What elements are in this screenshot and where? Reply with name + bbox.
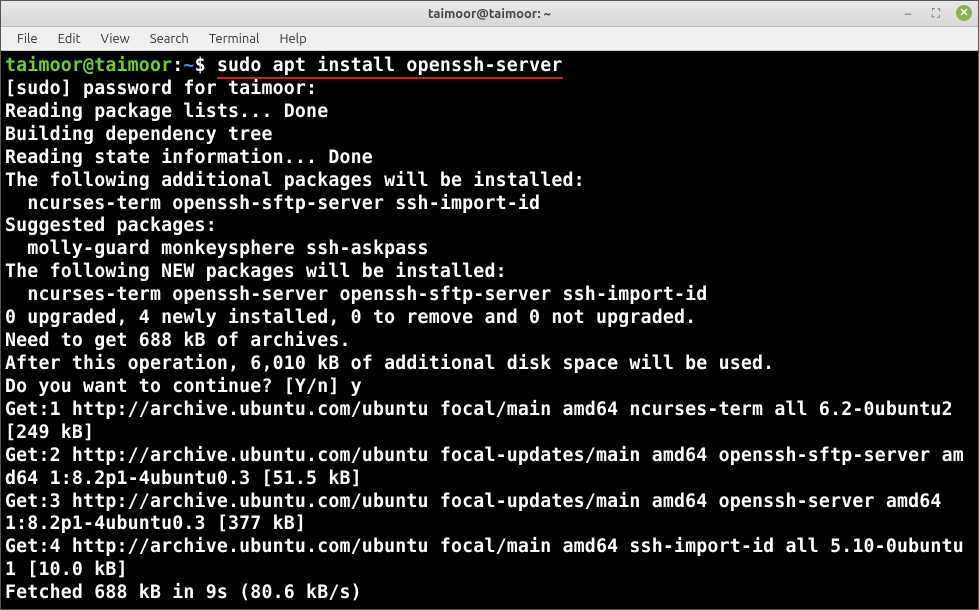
output-line: After this operation, 6,010 kB of additi… (5, 353, 774, 374)
menu-file[interactable]: File (9, 30, 46, 48)
output-line: molly-guard monkeysphere ssh-askpass (5, 238, 429, 259)
output-line: The following additional packages will b… (5, 170, 585, 191)
output-line: Suggested packages: (5, 215, 217, 236)
menu-edit[interactable]: Edit (50, 30, 89, 48)
menu-help[interactable]: Help (271, 30, 314, 48)
window-controls: – ⛶ ✕ (900, 5, 972, 21)
close-button[interactable]: ✕ (956, 5, 972, 21)
output-line: Get:1 http://archive.ubuntu.com/ubuntu f… (5, 399, 964, 443)
prompt-userhost: taimoor@taimoor (5, 55, 172, 76)
output-line: Fetched 688 kB in 9s (80.6 kB/s) (5, 582, 362, 603)
output-line: Need to get 688 kB of archives. (5, 330, 351, 351)
prompt-symbol: $ (195, 55, 206, 76)
output-line: ncurses-term openssh-sftp-server ssh-imp… (5, 193, 540, 214)
output-line: Reading package lists... Done (5, 101, 328, 122)
output-line: ncurses-term openssh-server openssh-sftp… (5, 284, 707, 305)
output-line: Reading state information... Done (5, 147, 373, 168)
output-line: Get:4 http://archive.ubuntu.com/ubuntu f… (5, 536, 964, 580)
menu-bar: File Edit View Search Terminal Help (1, 27, 978, 51)
prompt-path: ~ (183, 55, 194, 76)
menu-search[interactable]: Search (142, 30, 197, 48)
terminal-output-area[interactable]: taimoor@taimoor:~$ sudo apt install open… (1, 51, 978, 609)
menu-terminal[interactable]: Terminal (201, 30, 268, 48)
menu-view[interactable]: View (93, 30, 138, 48)
window-title: taimoor@taimoor: ~ (428, 7, 551, 21)
maximize-button[interactable]: ⛶ (928, 5, 944, 21)
output-line: Get:3 http://archive.ubuntu.com/ubuntu f… (5, 491, 953, 535)
output-line: [sudo] password for taimoor: (5, 78, 317, 99)
output-line: 0 upgraded, 4 newly installed, 0 to remo… (5, 307, 696, 328)
output-line: The following NEW packages will be insta… (5, 261, 507, 282)
prompt-colon: : (172, 55, 183, 76)
minimize-button[interactable]: – (900, 5, 916, 21)
command-text: sudo apt install openssh-server (217, 55, 563, 79)
output-line: Do you want to continue? [Y/n] y (5, 376, 362, 397)
window-titlebar: taimoor@taimoor: ~ – ⛶ ✕ (1, 1, 978, 27)
output-line: Building dependency tree (5, 124, 273, 145)
output-line: Get:2 http://archive.ubuntu.com/ubuntu f… (5, 445, 964, 489)
